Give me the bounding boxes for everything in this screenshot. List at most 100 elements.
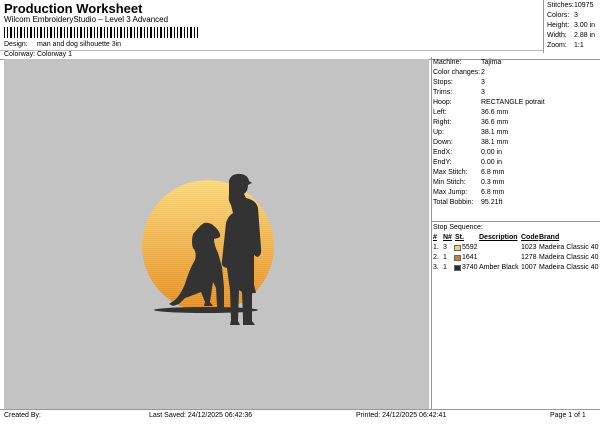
machine-info-row: Color changes:2 xyxy=(433,69,485,78)
barcode-bar xyxy=(107,27,108,38)
info-label: Down: xyxy=(433,139,453,146)
barcode-bar xyxy=(167,27,168,38)
created-by: Created By: xyxy=(4,412,41,419)
divider xyxy=(431,57,432,409)
colorway-value: Colorway 1 xyxy=(37,51,73,58)
info-label: Max Stitch: xyxy=(433,169,468,176)
info-label: Trims: xyxy=(433,89,453,96)
machine-info-row: Hoop: RECTANGLE potrait xyxy=(433,99,545,108)
design-label: Design: xyxy=(4,41,28,48)
stat-colors: Colors: 3 xyxy=(547,12,578,19)
cell-description: Amber Black xyxy=(479,264,519,271)
colorway-label: Colorway: xyxy=(4,51,36,58)
column-header: St. xyxy=(455,234,464,241)
info-value: 6.8 mm xyxy=(481,189,505,196)
barcode-bar xyxy=(100,27,102,38)
stat-stitches: Stitches:10975 xyxy=(547,2,593,9)
barcode-bar xyxy=(164,27,165,38)
machine-info-row: Stops: 3 xyxy=(433,79,485,88)
barcode-bar xyxy=(120,27,122,38)
stat-label: Zoom: xyxy=(547,42,567,49)
machine-info-row: Right: 36.6 mm xyxy=(433,119,508,128)
barcode-bar xyxy=(77,27,78,38)
cell-brand: Madeira Classic 40 xyxy=(539,254,599,261)
info-value: 0.00 in xyxy=(481,149,503,156)
barcode-bar xyxy=(34,27,35,38)
barcode-bar xyxy=(20,27,22,38)
color-swatch xyxy=(454,245,461,251)
barcode-bar xyxy=(90,27,92,38)
cell-brand: Madeira Classic 40 xyxy=(539,244,599,251)
barcode-bar xyxy=(80,27,82,38)
cell-brand: Madeira Classic 40 xyxy=(539,264,599,271)
cell-needle: 1 xyxy=(443,254,447,261)
color-swatch xyxy=(454,255,461,261)
stat-value: 3.00 in xyxy=(574,22,596,29)
barcode-bar xyxy=(54,27,55,38)
stat-value: 2.88 in xyxy=(574,32,596,39)
barcode xyxy=(4,27,198,38)
info-label: EndY: xyxy=(433,159,452,166)
barcode-bar xyxy=(194,27,195,38)
software-name: Wilcom EmbroideryStudio – Level 3 Advanc… xyxy=(4,15,169,24)
cell-stitches: 5592 xyxy=(462,244,478,251)
machine-info-row: Total Bobbin: 95.21ft xyxy=(433,199,502,208)
stat-zoom: Zoom: 1:1 xyxy=(547,42,584,49)
divider xyxy=(0,409,600,410)
info-label: Color changes: xyxy=(433,69,481,76)
machine-info-row: Trims: 3 xyxy=(433,89,485,98)
cell-num: 3. xyxy=(433,264,439,271)
stop-sequence-title: Stop Sequence: xyxy=(433,224,483,231)
info-label: Stops: xyxy=(433,79,453,86)
barcode-bar xyxy=(94,27,95,38)
info-value: RECTANGLE potrait xyxy=(481,99,545,106)
info-label: Left: xyxy=(433,109,447,116)
barcode-bar xyxy=(70,27,72,38)
info-label: Min Stitch: xyxy=(433,179,466,186)
divider xyxy=(431,221,600,222)
barcode-bar xyxy=(17,27,18,38)
embroidery-design xyxy=(142,173,274,325)
barcode-bar xyxy=(117,27,118,38)
barcode-bar xyxy=(110,27,112,38)
page-number: Page 1 of 1 xyxy=(550,412,586,419)
column-header: Description xyxy=(479,234,518,241)
cell-code: 1023 xyxy=(521,244,537,251)
stat-label: Height: xyxy=(547,22,570,29)
barcode-bar xyxy=(37,27,38,38)
cell-stitches: 1641 xyxy=(462,254,478,261)
last-saved: Last Saved: 24/12/2025 06:42:36 xyxy=(149,412,253,419)
machine-info-row: Max Jump: 6.8 mm xyxy=(433,189,504,198)
info-value: 0.3 mm xyxy=(481,179,505,186)
barcode-bar xyxy=(144,27,145,38)
stats-panel: Stitches:10975 Colors: 3 Height: 3.00 in W… xyxy=(543,0,600,53)
column-header: # xyxy=(433,234,437,241)
info-value: 95.21ft xyxy=(481,199,503,206)
barcode-bar xyxy=(170,27,172,38)
info-value: Tajima xyxy=(481,59,502,66)
barcode-bar xyxy=(184,27,185,38)
barcode-bar xyxy=(4,27,5,38)
barcode-bar xyxy=(154,27,155,38)
info-label: Right: xyxy=(433,119,452,126)
stat-height: Height: 3.00 in xyxy=(547,22,595,29)
stat-value: 3 xyxy=(574,12,578,19)
info-label: EndX: xyxy=(433,149,453,156)
machine-info-row: EndX: 0.00 in xyxy=(433,149,502,158)
design-preview xyxy=(4,59,429,409)
barcode-bar xyxy=(104,27,105,38)
barcode-bar xyxy=(7,27,8,38)
info-value: 6.8 mm xyxy=(481,169,505,176)
info-label: Max Jump: xyxy=(433,189,468,196)
barcode-bar xyxy=(10,27,12,38)
ground xyxy=(154,307,258,313)
divider xyxy=(0,50,543,51)
barcode-bar xyxy=(130,27,132,38)
cell-needle: 3 xyxy=(443,244,447,251)
barcode-bar xyxy=(114,27,115,38)
barcode-bar xyxy=(140,27,142,38)
barcode-bar xyxy=(177,27,178,38)
barcode-bar xyxy=(50,27,52,38)
info-label: Hoop: xyxy=(433,99,452,106)
printed-date: Printed: 24/12/2025 06:42:41 xyxy=(356,412,447,419)
